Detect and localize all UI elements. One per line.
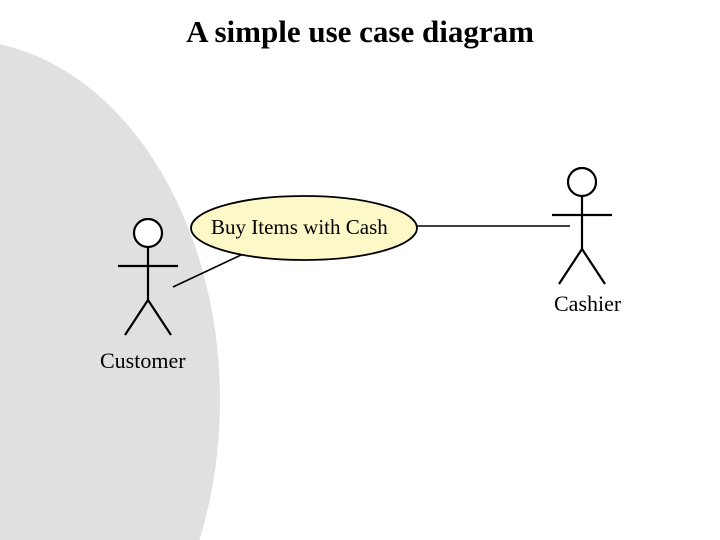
diagram-title: A simple use case diagram bbox=[0, 14, 720, 50]
use-case-diagram bbox=[0, 0, 720, 540]
actor-customer bbox=[118, 219, 178, 335]
actor-label-customer: Customer bbox=[100, 348, 186, 374]
actor-label-cashier: Cashier bbox=[554, 291, 621, 317]
use-case-label: Buy Items with Cash bbox=[211, 215, 388, 240]
